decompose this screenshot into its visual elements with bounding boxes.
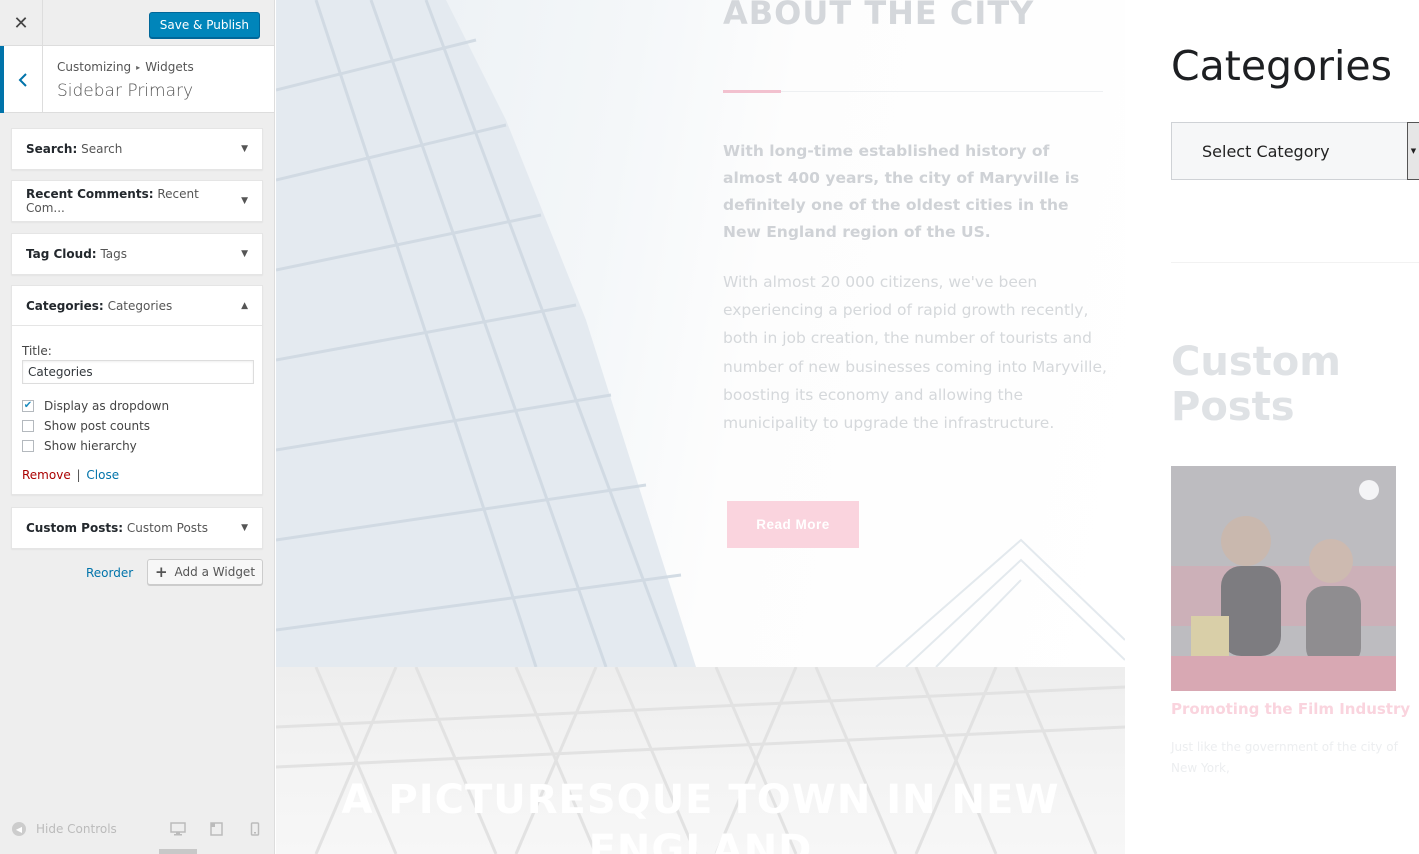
widget-actions: Remove | Close	[22, 468, 252, 482]
reorder-link[interactable]: Reorder	[86, 566, 133, 580]
widget-search: Search: Search ▼	[11, 128, 263, 170]
widget-categories: Categories: Categories ▲ Title: ✔ Displa…	[11, 285, 263, 495]
widget-name: Tag Cloud:	[26, 247, 97, 261]
close-link[interactable]: Close	[86, 468, 119, 482]
title-divider	[781, 91, 1103, 92]
widget-tag-cloud: Tag Cloud: Tags ▼	[11, 233, 263, 275]
desktop-icon[interactable]	[170, 822, 186, 836]
breadcrumb-child: Widgets	[145, 60, 194, 74]
customizer-panel: ✕ Save & Publish Customizing ▸ Widgets Sid…	[0, 0, 275, 854]
widget-name: Search:	[26, 142, 78, 156]
custom-posts-heading: Custom Posts	[1171, 339, 1341, 430]
post-title-link[interactable]: Promoting the Film Industry	[1171, 700, 1410, 718]
section-title: Sidebar Primary	[57, 81, 194, 101]
read-more-button[interactable]: Read More	[727, 501, 859, 548]
widget-title: Categories	[107, 298, 173, 313]
widget-custom-posts: Custom Posts: Custom Posts ▼	[11, 507, 263, 549]
widget-title: Custom Posts	[126, 521, 208, 535]
plus-icon: +	[154, 563, 168, 581]
widget-name: Recent Comments:	[26, 187, 154, 201]
widget-search-header[interactable]: Search: Search ▼	[12, 129, 262, 169]
picturesque-section: A PICTURESQUE TOWN IN NEW ENGLAND	[276, 667, 1125, 854]
close-icon: ✕	[13, 12, 29, 34]
widget-name: Categories:	[26, 298, 104, 313]
back-button[interactable]	[0, 46, 43, 113]
hide-controls-label: Hide Controls	[36, 822, 117, 836]
checkbox[interactable]	[22, 440, 34, 452]
about-title: ABOUT THE CITY	[723, 0, 1035, 32]
title-input[interactable]	[22, 360, 254, 384]
option-show-hierarchy[interactable]: Show hierarchy	[22, 438, 252, 454]
close-customizer-button[interactable]: ✕	[0, 0, 43, 46]
chevron-left-icon	[18, 72, 27, 87]
dropdown-arrow-icon[interactable]: ▼	[1407, 122, 1419, 180]
widget-title: Search	[81, 142, 123, 156]
breadcrumb-root: Customizing	[57, 60, 132, 74]
expand-arrow-icon[interactable]: ▼	[241, 523, 248, 533]
option-label: Display as dropdown	[44, 399, 170, 413]
post-excerpt: Just like the government of the city of …	[1171, 740, 1398, 775]
option-label: Show hierarchy	[44, 439, 137, 453]
expand-arrow-icon[interactable]: ▼	[241, 249, 248, 259]
site-preview: ABOUT THE CITY With long-time establishe…	[276, 0, 1419, 854]
option-label: Show post counts	[44, 419, 151, 433]
widget-custom-posts-header[interactable]: Custom Posts: Custom Posts ▼	[12, 508, 262, 548]
widget-recent-comments: Recent Comments: Recent Com... ▼	[11, 180, 263, 222]
add-widget-label: Add a Widget	[174, 565, 256, 579]
cinema-audience-image	[1171, 466, 1396, 691]
expand-arrow-icon[interactable]: ▼	[241, 144, 248, 154]
option-display-dropdown[interactable]: ✔ Display as dropdown	[22, 398, 252, 414]
breadcrumb-separator-icon: ▸	[136, 63, 141, 72]
save-publish-button[interactable]: Save & Publish	[148, 12, 260, 38]
remove-link[interactable]: Remove	[22, 468, 71, 482]
widget-title: Tags	[100, 247, 128, 261]
tablet-icon[interactable]	[210, 822, 223, 836]
about-lead-text: With long-time established history of al…	[723, 142, 1080, 241]
checkbox-checked[interactable]: ✔	[22, 400, 34, 412]
widget-name: Custom Posts:	[26, 521, 124, 535]
expand-arrow-icon[interactable]: ▼	[241, 196, 248, 206]
title-label: Title:	[22, 344, 52, 358]
widget-categories-header[interactable]: Categories: Categories ▲	[12, 286, 262, 326]
widget-tag-cloud-header[interactable]: Tag Cloud: Tags ▼	[12, 234, 262, 274]
categories-heading: Categories	[1171, 42, 1392, 90]
collapse-icon: ◀	[12, 822, 26, 836]
breadcrumb: Customizing ▸ Widgets	[57, 60, 194, 74]
mobile-icon[interactable]	[250, 822, 260, 836]
active-device-indicator	[159, 849, 197, 854]
widget-categories-form: Title: ✔ Display as dropdown Show post c…	[12, 326, 262, 494]
band-title: A PICTURESQUE TOWN IN NEW ENGLAND	[341, 777, 1060, 854]
option-show-post-counts[interactable]: Show post counts	[22, 418, 252, 434]
separator: |	[76, 468, 81, 482]
sidebar-divider	[1171, 262, 1419, 263]
about-body-text: With almost 20 000 citizens, we've been …	[723, 273, 1107, 433]
add-widget-button[interactable]: + Add a Widget	[147, 559, 263, 585]
category-select[interactable]: Select Category	[1171, 122, 1419, 180]
section-header: Customizing ▸ Widgets Sidebar Primary	[0, 46, 274, 113]
checkbox[interactable]	[22, 420, 34, 432]
widget-recent-comments-header[interactable]: Recent Comments: Recent Com... ▼	[12, 181, 262, 221]
customizer-header: ✕ Save & Publish	[0, 0, 274, 46]
about-section: ABOUT THE CITY With long-time establishe…	[276, 0, 1125, 667]
footer-controls: ◀ Hide Controls	[0, 808, 275, 854]
hide-controls-button[interactable]: ◀ Hide Controls	[12, 822, 117, 836]
title-accent-bar	[723, 90, 781, 93]
post-thumbnail-image[interactable]	[1171, 466, 1396, 691]
collapse-arrow-icon[interactable]: ▲	[241, 301, 248, 311]
